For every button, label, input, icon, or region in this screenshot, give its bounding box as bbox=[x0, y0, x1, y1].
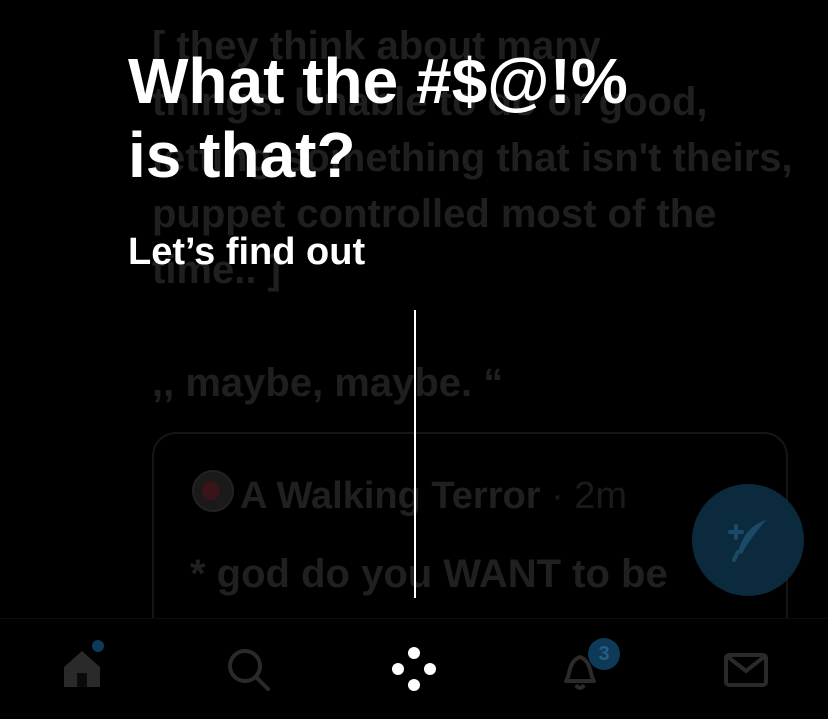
search-icon bbox=[228, 649, 270, 691]
home-icon bbox=[64, 651, 100, 687]
quoted-post-header: A Walking Terror · 2m bbox=[240, 474, 627, 518]
quote-text: ,, maybe, maybe. “ bbox=[152, 361, 504, 405]
pointer-line bbox=[414, 310, 416, 598]
bottom-tab-bar bbox=[0, 618, 828, 719]
tab-messages[interactable] bbox=[716, 641, 776, 697]
tab-spaces[interactable] bbox=[384, 641, 444, 697]
spaces-icon bbox=[392, 647, 436, 691]
compose-feather-icon bbox=[728, 520, 766, 562]
unread-indicator-dot bbox=[92, 640, 104, 652]
overlay-title: What the #$@!% is that? bbox=[128, 45, 628, 191]
compose-button[interactable] bbox=[692, 484, 804, 596]
quoted-post-body: * god do you WANT to be bbox=[190, 552, 668, 596]
overlay-subtitle: Let’s find out bbox=[128, 231, 366, 273]
post-timestamp: · 2m bbox=[551, 475, 628, 517]
author-name[interactable]: A Walking Terror bbox=[240, 475, 541, 517]
quoted-post-card[interactable]: A Walking Terror · 2m * god do you WANT … bbox=[152, 432, 788, 618]
messages-icon bbox=[724, 653, 768, 687]
notification-badge: 3 bbox=[588, 638, 620, 670]
tab-home[interactable] bbox=[52, 641, 112, 697]
tab-search[interactable] bbox=[218, 641, 278, 697]
avatar[interactable] bbox=[192, 470, 234, 512]
